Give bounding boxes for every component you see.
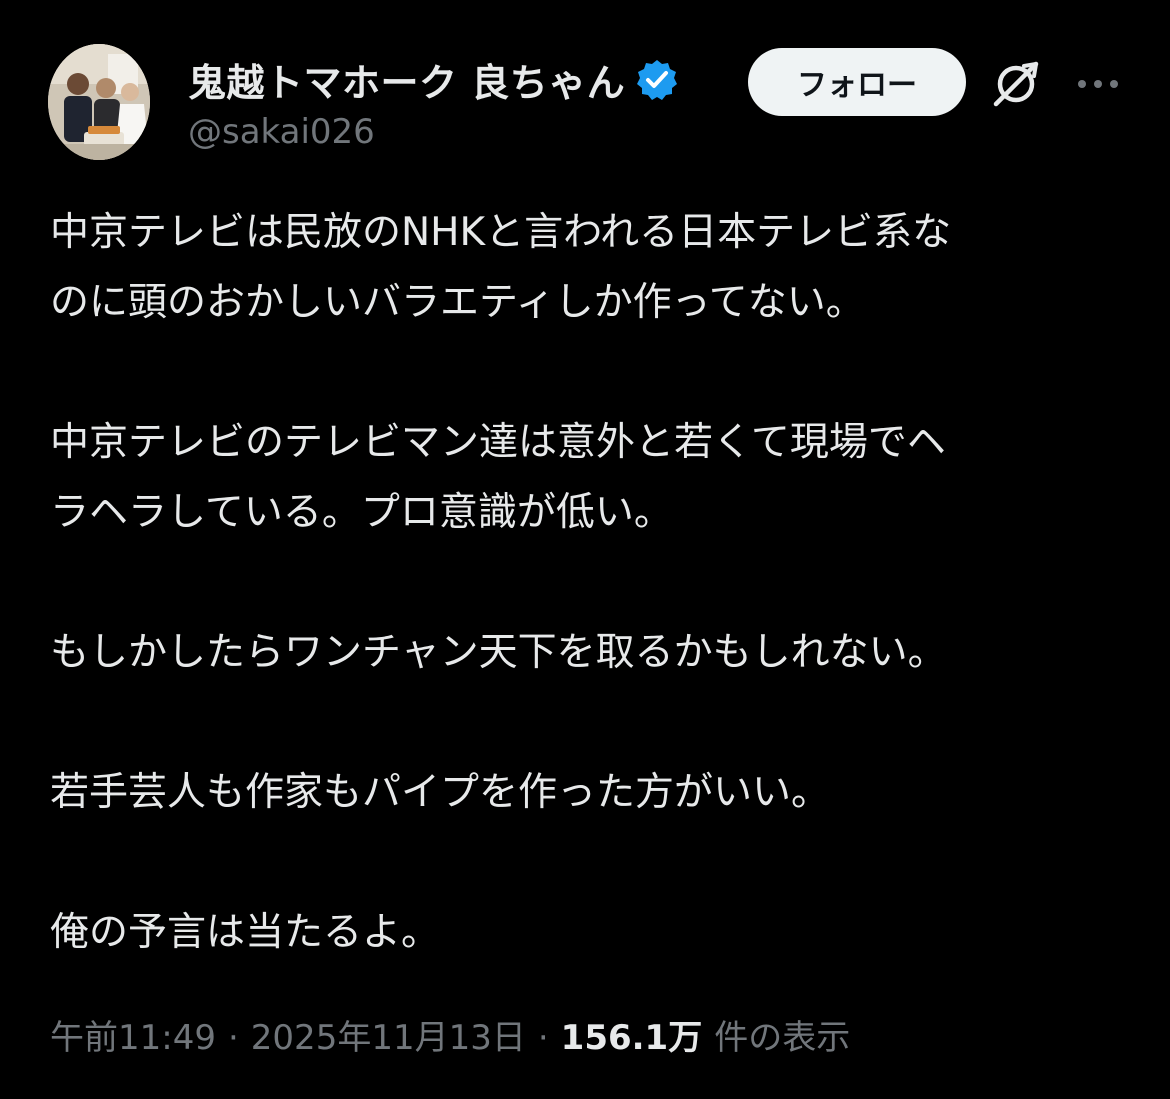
separator: · — [537, 1018, 549, 1058]
tweet-paragraph: 中京テレビのテレビマン達は意外と若くて現場でヘ ラヘラしている。プロ意識が低い。 — [50, 420, 946, 535]
tweet-metadata: 午前11:49 · 2025年11月13日 · 156.1万 件の表示 — [50, 1010, 850, 1059]
tweet-time[interactable]: 午前11:49 — [50, 1010, 216, 1059]
tweet-paragraph: 中京テレビは民放のNHKと言われる日本テレビ系な のに頭のおかしいバラエティしか… — [50, 210, 952, 325]
tweet-paragraph: 若手芸人も作家もパイプを作った方がいい。 — [50, 770, 831, 815]
views-label[interactable]: 件の表示 — [714, 1010, 850, 1059]
tweet-paragraph: 俺の予言は当たるよ。 — [50, 910, 441, 955]
avatar-image — [48, 44, 150, 160]
display-name-row[interactable]: 鬼越トマホーク 良ちゃん — [188, 52, 679, 107]
verified-badge-icon — [635, 58, 679, 102]
tweet-text: 中京テレビは民放のNHKと言われる日本テレビ系な のに頭のおかしいバラエティしか… — [50, 198, 1130, 968]
handle[interactable]: @sakai026 — [188, 112, 375, 152]
avatar[interactable] — [48, 44, 150, 160]
tweet-header: 鬼越トマホーク 良ちゃん @sakai026 フォロー — [48, 44, 1128, 164]
tweet-date[interactable]: 2025年11月13日 — [251, 1010, 526, 1059]
grok-icon[interactable] — [990, 58, 1042, 110]
tweet-paragraph: もしかしたらワンチャン天下を取るかもしれない。 — [50, 630, 947, 675]
follow-button[interactable]: フォロー — [748, 48, 966, 116]
more-icon[interactable] — [1076, 72, 1120, 96]
separator: · — [227, 1018, 239, 1058]
views-count[interactable]: 156.1万 — [561, 1010, 703, 1059]
display-name[interactable]: 鬼越トマホーク 良ちゃん — [188, 52, 625, 107]
